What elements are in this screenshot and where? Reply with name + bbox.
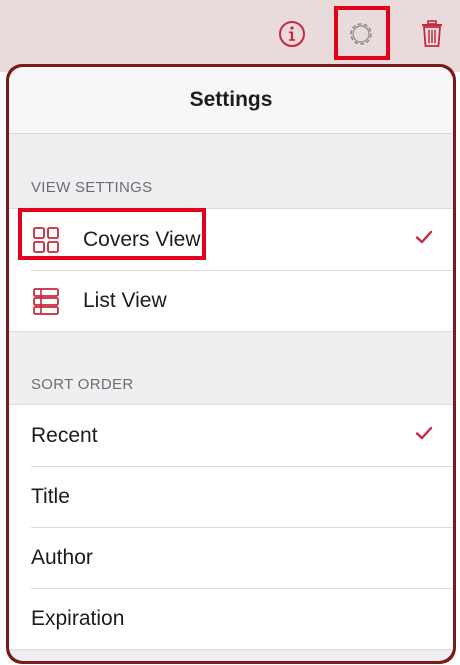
settings-popover: Settings VIEW SETTINGS Covers View List …: [6, 64, 456, 664]
section-label-view-settings: VIEW SETTINGS: [31, 179, 153, 196]
settings-popover-content: Settings VIEW SETTINGS Covers View List …: [9, 67, 453, 661]
list-icon: [31, 286, 61, 316]
option-list-view[interactable]: List View: [9, 270, 453, 331]
sort-option-expiration[interactable]: Expiration: [9, 588, 453, 649]
trash-icon: [422, 20, 442, 47]
checkmark-icon: [415, 426, 433, 440]
app-frame: Settings VIEW SETTINGS Covers View List …: [0, 0, 460, 665]
sort-option-title[interactable]: Title: [9, 466, 453, 527]
option-label: Title: [31, 484, 70, 508]
annotation-box-settings: [334, 6, 390, 60]
option-label: Expiration: [31, 606, 125, 630]
sort-option-author[interactable]: Author: [9, 527, 453, 588]
top-toolbar: [0, 0, 460, 72]
sort-order-group: Recent Title Author Expiration: [9, 404, 453, 650]
info-button[interactable]: [272, 14, 312, 54]
info-icon: [279, 21, 305, 47]
option-label: List View: [83, 288, 167, 312]
sort-option-recent[interactable]: Recent: [9, 405, 453, 466]
section-label-sort-order: SORT ORDER: [31, 376, 134, 393]
popover-title: Settings: [9, 67, 453, 134]
annotation-box-list-view: [18, 208, 206, 260]
option-label: Author: [31, 545, 93, 569]
delete-button[interactable]: [412, 14, 452, 54]
checkmark-icon: [415, 230, 433, 244]
option-label: Recent: [31, 423, 98, 447]
